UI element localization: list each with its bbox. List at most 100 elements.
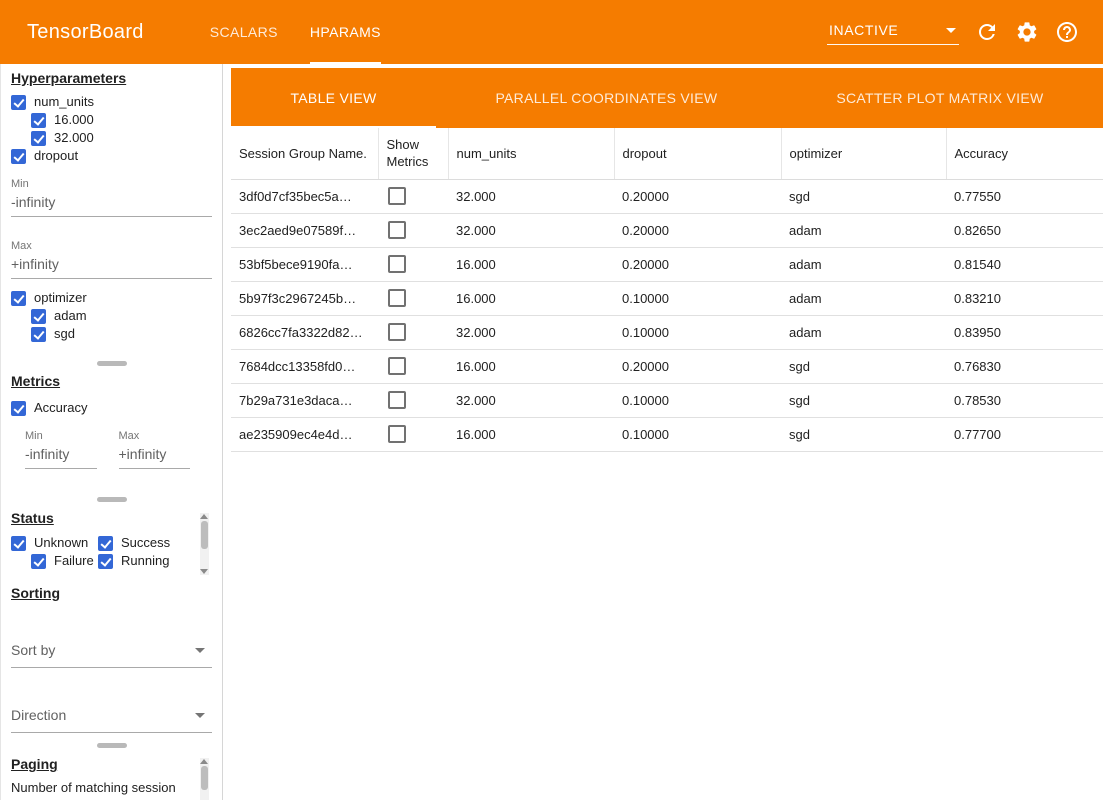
value-16-checkbox[interactable] [31,113,46,128]
paging-summary: Number of matching session groups: 8 [11,779,191,800]
value-32-checkbox[interactable] [31,131,46,146]
cell-session-name: ae235909ec4e4d… [231,417,378,451]
adam-checkbox[interactable] [31,309,46,324]
cell-num-units: 16.000 [448,349,614,383]
cell-dropout: 0.20000 [614,247,781,281]
status-scrollbar-thumb[interactable] [201,521,208,549]
cell-accuracy: 0.82650 [946,213,1103,247]
tab-table-view[interactable]: TABLE VIEW [231,68,436,128]
cell-accuracy: 0.81540 [946,247,1103,281]
show-metrics-checkbox[interactable] [388,255,406,273]
show-metrics-checkbox[interactable] [388,357,406,375]
hparams-min-label: Min [11,178,212,191]
tab-parallel-coordinates-view[interactable]: PARALLEL COORDINATES VIEW [436,68,777,128]
col-show-metrics[interactable]: Show Metrics [378,128,448,179]
status-scrollbar[interactable] [200,513,209,575]
checkbox-row-unknown[interactable]: Unknown [11,534,98,552]
scroll-up-icon[interactable] [200,759,208,764]
tab-scatter-plot-matrix-view[interactable]: SCATTER PLOT MATRIX VIEW [777,68,1103,128]
optimizer-checkbox[interactable] [11,291,26,306]
sidebar-resize-handle[interactable] [97,361,127,366]
status-select-value: INACTIVE [829,22,898,38]
show-metrics-checkbox[interactable] [388,221,406,239]
checkbox-row-sgd[interactable]: sgd [31,325,212,343]
tab-hparams[interactable]: HPARAMS [294,0,397,64]
cell-num-units: 32.000 [448,383,614,417]
metrics-max-label: Max [119,430,191,443]
checkbox-row-success[interactable]: Success [98,534,212,552]
metrics-min-input[interactable] [25,443,97,469]
show-metrics-checkbox[interactable] [388,391,406,409]
checkbox-row-running[interactable]: Running [98,552,212,570]
sort-by-dropdown[interactable]: Sort by [11,635,212,668]
sidebar-resize-handle[interactable] [97,743,127,748]
checkbox-row-optimizer[interactable]: optimizer [11,289,212,307]
paging-scrollbar-thumb[interactable] [201,766,208,790]
col-accuracy[interactable]: Accuracy [946,128,1103,179]
col-session-group-name[interactable]: Session Group Name. [231,128,378,179]
col-optimizer[interactable]: optimizer [781,128,946,179]
cell-session-name: 5b97f3c2967245b… [231,281,378,315]
sidebar-resize-handle[interactable] [97,497,127,502]
failure-label: Failure [54,552,94,570]
sidebar: Hyperparameters num_units 16.000 32.000 … [0,64,223,800]
col-dropout[interactable]: dropout [614,128,781,179]
cell-accuracy: 0.83210 [946,281,1103,315]
cell-optimizer: sgd [781,179,946,213]
cell-optimizer: adam [781,315,946,349]
chevron-down-icon [195,713,205,718]
sorting-section: Sorting Sort by Direction [1,585,222,733]
failure-checkbox[interactable] [31,554,46,569]
direction-dropdown[interactable]: Direction [11,700,212,733]
metrics-max-input[interactable] [119,443,191,469]
cell-dropout: 0.10000 [614,417,781,451]
optimizer-label: optimizer [34,289,87,307]
sgd-checkbox[interactable] [31,327,46,342]
cell-dropout: 0.10000 [614,281,781,315]
dropout-checkbox[interactable] [11,149,26,164]
cell-dropout: 0.10000 [614,383,781,417]
settings-button[interactable] [1015,20,1039,44]
checkbox-row-failure[interactable]: Failure [31,552,98,570]
cell-session-name: 53bf5bece9190fa… [231,247,378,281]
checkbox-row-32[interactable]: 32.000 [31,129,212,147]
hparams-max-label: Max [11,240,212,253]
cell-num-units: 16.000 [448,281,614,315]
tab-scalars[interactable]: SCALARS [194,0,294,64]
running-checkbox[interactable] [98,554,113,569]
value-16-label: 16.000 [54,111,94,129]
value-32-label: 32.000 [54,129,94,147]
help-button[interactable] [1055,20,1079,44]
show-metrics-checkbox[interactable] [388,425,406,443]
paging-scrollbar[interactable] [200,758,209,800]
scroll-down-icon[interactable] [200,569,208,574]
checkbox-row-dropout[interactable]: dropout [11,147,212,165]
cell-session-name: 3ec2aed9e07589f… [231,213,378,247]
checkbox-row-adam[interactable]: adam [31,307,212,325]
cell-optimizer: sgd [781,349,946,383]
unknown-checkbox[interactable] [11,536,26,551]
cell-num-units: 16.000 [448,247,614,281]
success-checkbox[interactable] [98,536,113,551]
num-units-checkbox[interactable] [11,95,26,110]
num-units-label: num_units [34,93,94,111]
dropout-label: dropout [34,147,78,165]
checkbox-row-16[interactable]: 16.000 [31,111,212,129]
hparams-min-input[interactable] [11,191,212,217]
show-metrics-checkbox[interactable] [388,187,406,205]
scroll-up-icon[interactable] [200,514,208,519]
refresh-button[interactable] [975,20,999,44]
show-metrics-checkbox[interactable] [388,323,406,341]
checkbox-row-num-units[interactable]: num_units [11,93,212,111]
col-num-units[interactable]: num_units [448,128,614,179]
accuracy-checkbox[interactable] [11,401,26,416]
status-select[interactable]: INACTIVE [827,19,959,45]
checkbox-row-accuracy[interactable]: Accuracy [11,399,212,417]
content-area: Hyperparameters num_units 16.000 32.000 … [0,64,1103,800]
show-metrics-checkbox[interactable] [388,289,406,307]
cell-optimizer: sgd [781,417,946,451]
cell-session-name: 6826cc7fa3322d82… [231,315,378,349]
cell-dropout: 0.20000 [614,179,781,213]
hparams-max-input[interactable] [11,253,212,279]
running-label: Running [121,552,169,570]
